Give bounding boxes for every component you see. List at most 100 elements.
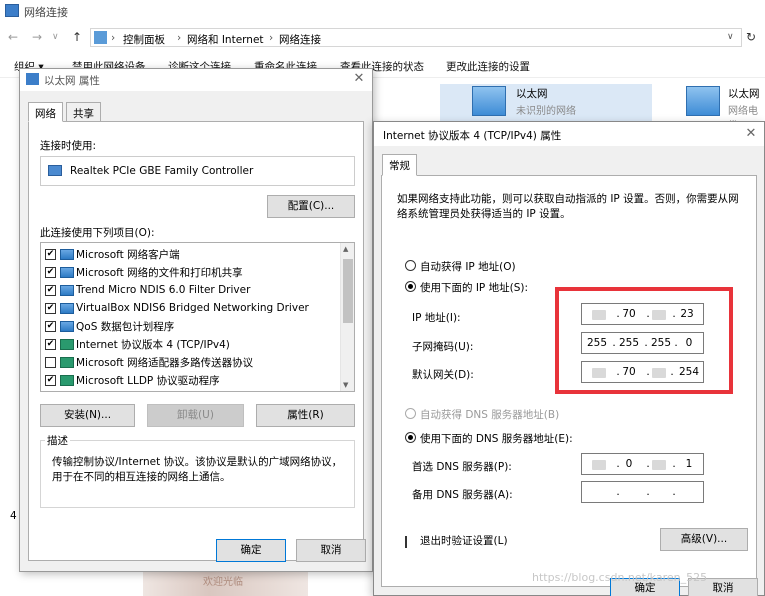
up-arrow-icon[interactable]: ↑ (72, 30, 82, 44)
checkbox[interactable]: ✔ (45, 338, 56, 350)
breadcrumb-sep-icon: › (111, 32, 116, 44)
item-count: 4 (10, 510, 17, 522)
forward-arrow-icon[interactable]: → (32, 30, 42, 44)
list-item[interactable]: ✔ VirtualBox NDIS6 Bridged Networking Dri… (45, 299, 309, 317)
change-settings-command[interactable]: 更改此连接的设置 (446, 59, 530, 74)
list-item[interactable]: Microsoft 网络适配器多路传送器协议 (45, 353, 253, 371)
alternate-dns-input[interactable]: . . . (581, 481, 704, 503)
manual-dns-radio[interactable] (405, 432, 416, 443)
items-list[interactable]: ✔ Microsoft 网络客户端 ✔ Microsoft 网络的文件和打印机共享 … (40, 242, 355, 392)
address-dropdown-icon[interactable]: ∨ (727, 32, 734, 42)
item-label: Microsoft 网络适配器多路传送器协议 (76, 356, 254, 369)
octet: 1 (685, 458, 693, 470)
preferred-dns-input[interactable]: . 0 . . 1 (581, 453, 704, 475)
adapter-name: Realtek PCIe GBE Family Controller (70, 165, 254, 177)
service-icon (60, 284, 74, 296)
scrollbar[interactable]: ▲ ▼ (340, 243, 354, 391)
octet-dot: . (646, 486, 650, 498)
dialog-title: Internet 协议版本 4 (TCP/IPv4) 属性 (383, 130, 562, 142)
tab-general[interactable]: 常规 (382, 154, 417, 176)
tab-network[interactable]: 网络 (28, 102, 63, 122)
service-icon (60, 320, 74, 332)
service-icon (60, 266, 74, 278)
scroll-up-icon[interactable]: ▲ (343, 245, 348, 253)
intro-text: 如果网络支持此功能，则可以获取自动指派的 IP 设置。否则，你需要从网络系统管理… (397, 193, 739, 220)
dialog-titlebar: Internet 协议版本 4 (TCP/IPv4) 属性 ✕ (374, 122, 764, 146)
ip-address-label: IP 地址(I): (412, 312, 461, 324)
connection-tile[interactable]: 以太网 未识别的网络 (440, 84, 652, 126)
list-item[interactable]: ✔ Trend Micro NDIS 6.0 Filter Driver (45, 281, 250, 299)
manual-ip-label: 使用下面的 IP 地址(S): (420, 282, 528, 294)
masked-octet (592, 460, 606, 470)
alternate-dns-label: 备用 DNS 服务器(A): (412, 489, 513, 501)
recent-chevron-icon[interactable]: ∨ (52, 32, 59, 42)
manual-ip-radio[interactable] (405, 281, 416, 292)
advanced-button[interactable]: 高级(V)... (660, 528, 748, 551)
validate-checkbox[interactable] (405, 536, 407, 548)
item-label: Internet 协议版本 4 (TCP/IPv4) (76, 338, 230, 351)
tab-panel: 连接时使用: Realtek PCIe GBE Family Controlle… (28, 121, 364, 561)
description-legend: 描述 (45, 433, 70, 448)
scroll-thumb[interactable] (343, 259, 353, 323)
close-icon[interactable]: ✕ (350, 71, 368, 86)
properties-button[interactable]: 属性(R) (256, 404, 355, 427)
item-label: QoS 数据包计划程序 (76, 320, 175, 333)
breadcrumb-sep-icon: › (269, 32, 274, 44)
item-label: Microsoft LLDP 协议驱动程序 (76, 374, 220, 387)
configure-button[interactable]: 配置(C)... (267, 195, 355, 218)
item-label: Microsoft 网络客户端 (76, 248, 180, 261)
refresh-icon[interactable]: ↻ (746, 30, 756, 44)
octet-dot: . (616, 486, 620, 498)
dialog-titlebar: 以太网 属性 ✕ (20, 69, 372, 91)
breadcrumb-item[interactable]: 网络和 Internet (187, 32, 264, 47)
masked-octet (652, 460, 666, 470)
item-label: VirtualBox NDIS6 Bridged Networking Driv… (76, 302, 309, 314)
checkbox[interactable]: ✔ (45, 302, 56, 314)
item-label: Trend Micro NDIS 6.0 Filter Driver (76, 284, 251, 296)
list-item[interactable]: ✔ Microsoft 网络的文件和打印机共享 (45, 263, 243, 281)
list-item[interactable]: ✔ Internet 协议版本 4 (TCP/IPv4) (45, 335, 230, 353)
address-bar[interactable]: › 控制面板 › 网络和 Internet › 网络连接 ∨ (90, 28, 742, 47)
protocol-icon (60, 374, 74, 386)
connection-tile[interactable]: 以太网 网络电缆 (686, 84, 765, 132)
cancel-button[interactable]: 取消 (296, 539, 366, 562)
background-image-text: 欢迎光临 (203, 577, 243, 588)
connect-using-label: 连接时使用: (40, 140, 97, 152)
list-item[interactable]: ✔ Microsoft LLDP 协议驱动程序 (45, 371, 220, 389)
subnet-mask-label: 子网掩码(U): (412, 341, 474, 353)
install-button[interactable]: 安装(N)... (40, 404, 135, 427)
checkbox[interactable]: ✔ (45, 266, 56, 278)
client-icon (60, 248, 74, 260)
service-icon (60, 302, 74, 314)
uninstall-button[interactable]: 卸载(U) (147, 404, 244, 427)
checkbox[interactable] (45, 356, 56, 368)
back-arrow-icon[interactable]: ← (8, 30, 18, 44)
auto-dns-radio[interactable] (405, 408, 416, 419)
auto-ip-radio[interactable] (405, 260, 416, 271)
checkbox[interactable]: ✔ (45, 320, 56, 332)
network-adapter-icon (26, 73, 39, 85)
checkbox[interactable]: ✔ (45, 374, 56, 386)
checkbox[interactable]: ✔ (45, 284, 56, 296)
ok-button[interactable]: 确定 (216, 539, 286, 562)
scroll-down-icon[interactable]: ▼ (343, 381, 348, 389)
list-item[interactable]: ✔ Microsoft 网络客户端 (45, 245, 180, 263)
breadcrumb-item[interactable]: 控制面板 (123, 32, 165, 47)
list-item[interactable]: ✔ QoS 数据包计划程序 (45, 317, 174, 335)
breadcrumb-sep-icon: › (177, 32, 182, 44)
checkbox[interactable]: ✔ (45, 248, 56, 260)
explorer-title: 网络连接 (24, 6, 68, 19)
ethernet-properties-dialog: 以太网 属性 ✕ 网络 共享 连接时使用: Realtek PCIe GBE F… (19, 68, 373, 572)
gateway-label: 默认网关(D): (412, 369, 474, 381)
description-text: 传输控制协议/Internet 协议。该协议是默认的广域网络协议，用于在不同的相… (52, 456, 343, 483)
auto-dns-label: 自动获得 DNS 服务器地址(B) (420, 409, 560, 421)
address-row: ← → ∨ ↑ › 控制面板 › 网络和 Internet › 网络连接 ∨ ↻ (0, 26, 765, 48)
adapter-box: Realtek PCIe GBE Family Controller (40, 156, 355, 186)
close-icon[interactable]: ✕ (742, 126, 760, 141)
manual-dns-label: 使用下面的 DNS 服务器地址(E): (420, 433, 573, 445)
breadcrumb-item[interactable]: 网络连接 (279, 32, 321, 47)
connection-name: 以太网 (728, 88, 760, 100)
octet: 0 (625, 458, 633, 470)
items-label: 此连接使用下列项目(O): (40, 227, 155, 239)
tab-sharing[interactable]: 共享 (66, 102, 101, 122)
